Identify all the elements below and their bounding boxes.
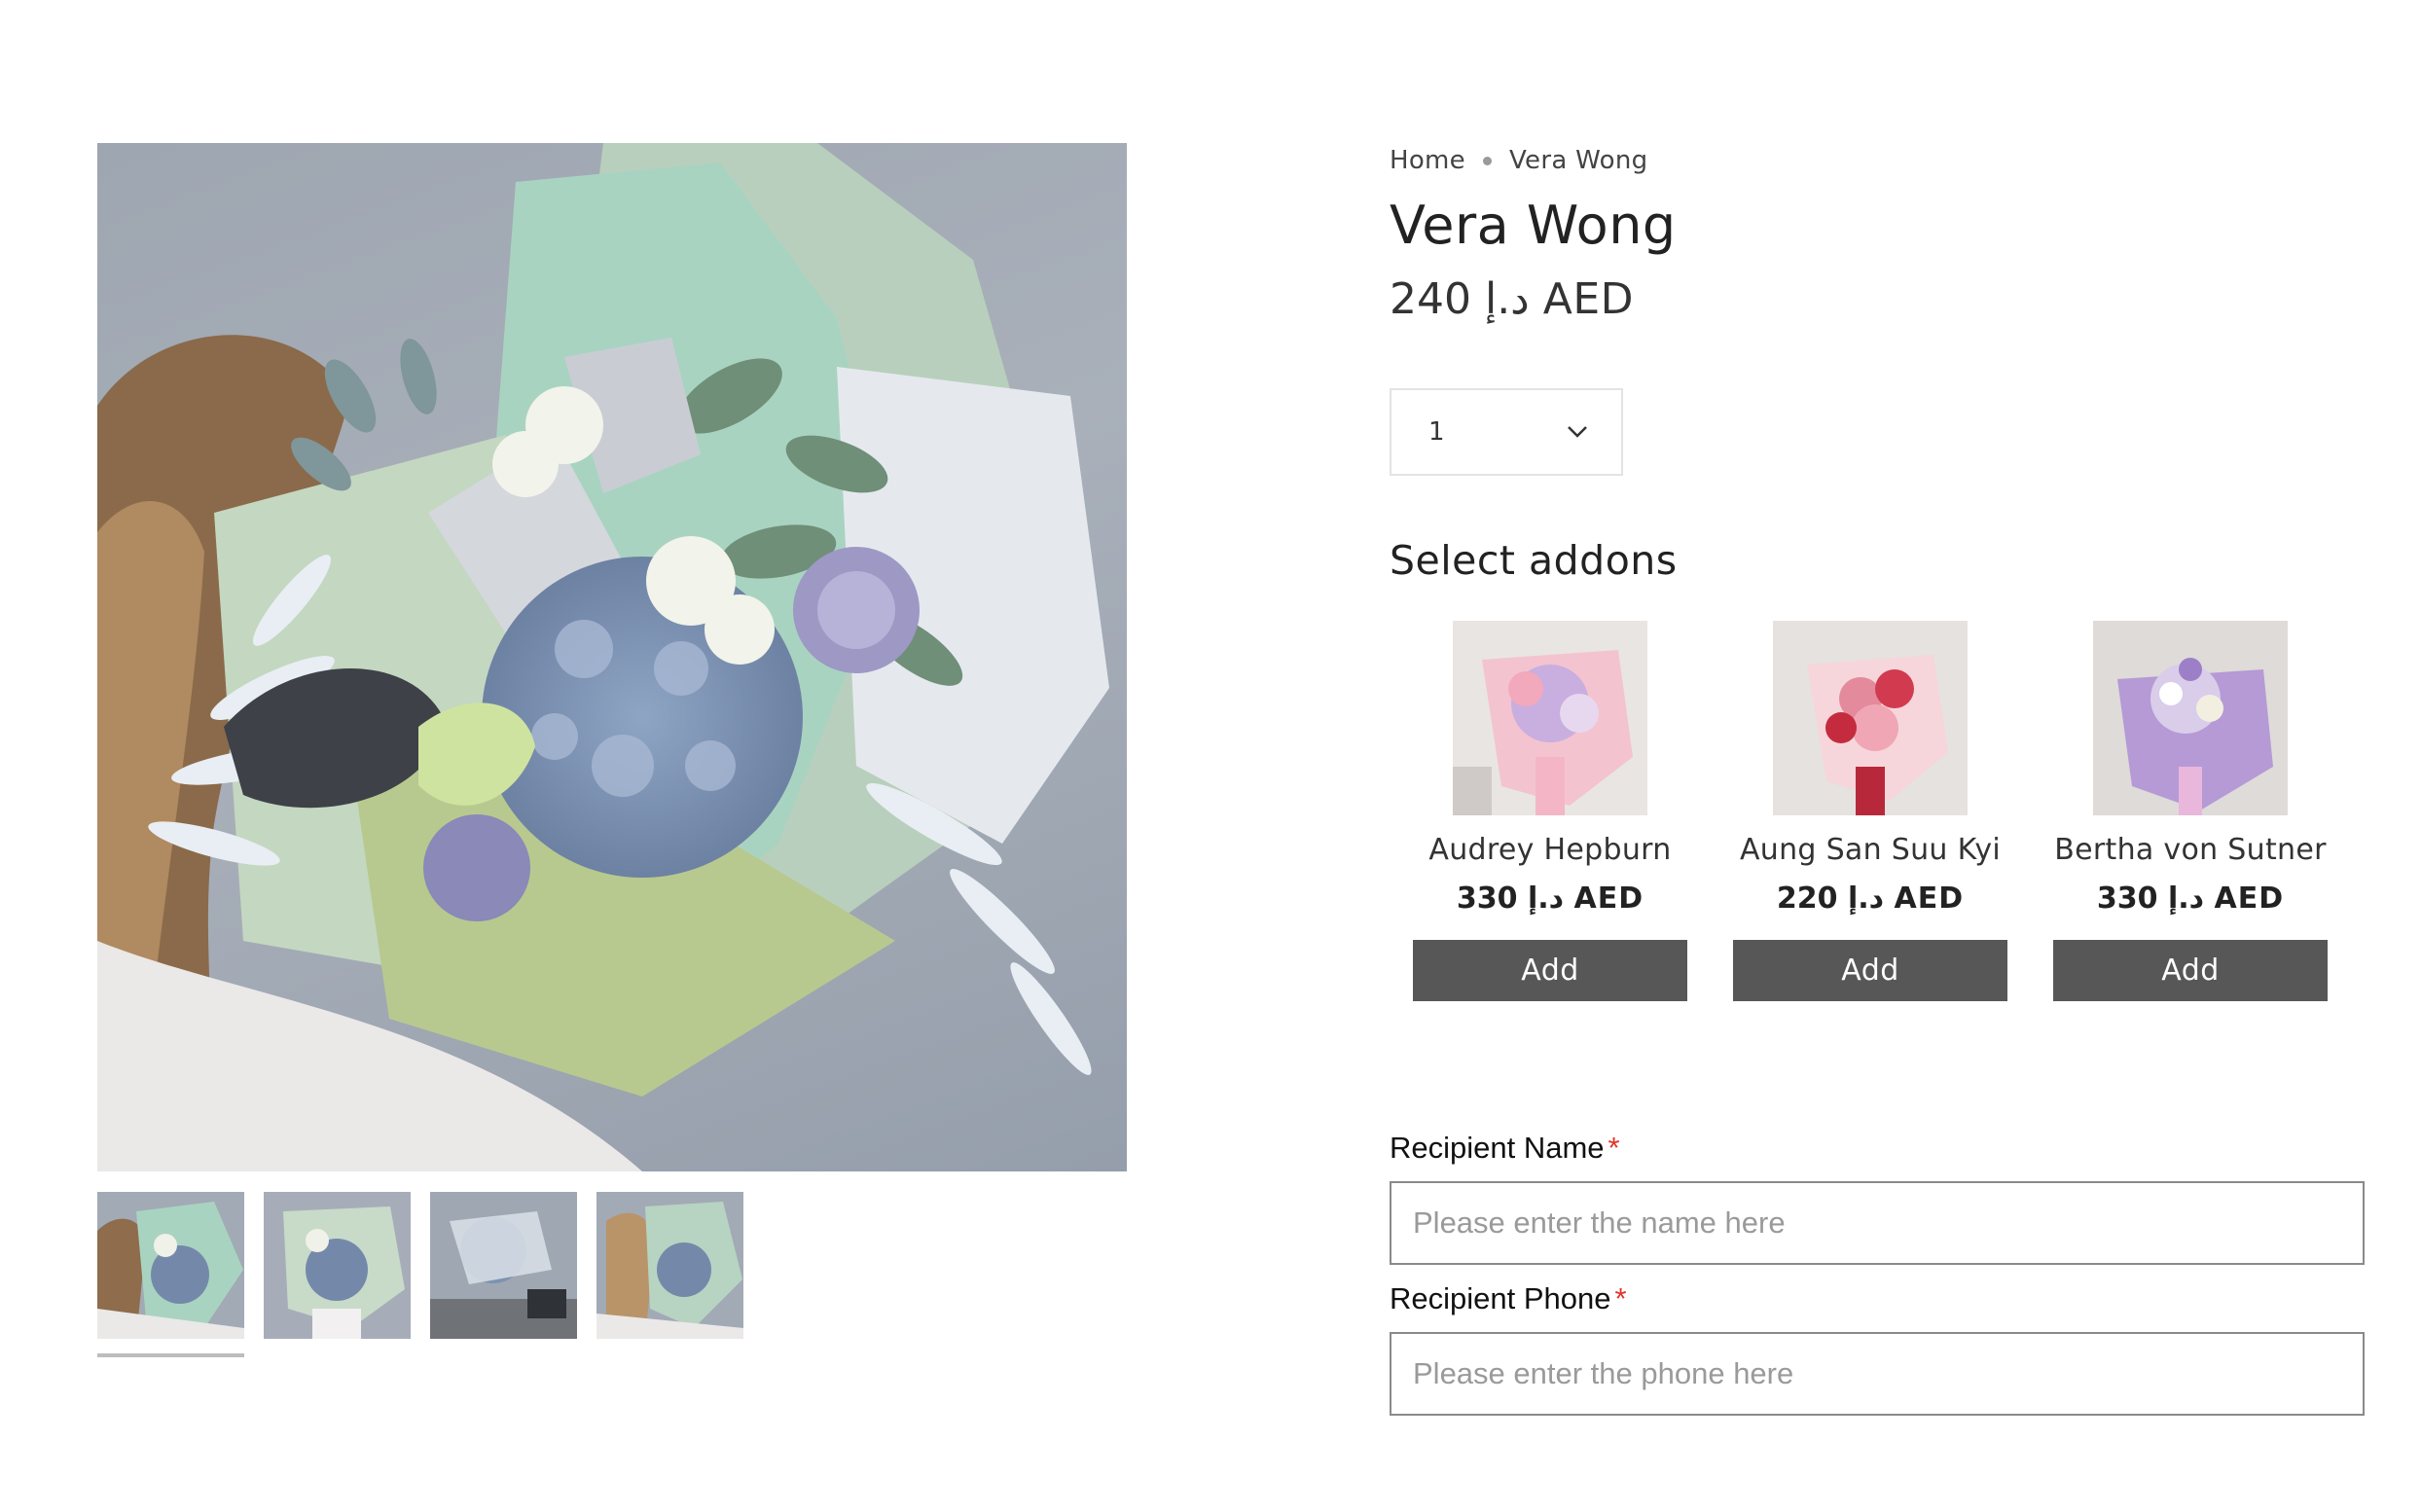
thumbnail-image	[596, 1192, 743, 1339]
thumbnail-3[interactable]	[430, 1192, 577, 1339]
required-asterisk: *	[1608, 1131, 1620, 1165]
addon-card: Aung San Suu Kyi 220 د.إ AED Add	[1733, 621, 2007, 1001]
addon-bouquet-image	[1773, 621, 1968, 815]
breadcrumb-separator-icon	[1482, 156, 1492, 165]
recipient-name-input[interactable]	[1390, 1181, 2365, 1265]
chevron-down-icon	[1568, 426, 1587, 438]
active-thumbnail-indicator	[97, 1353, 244, 1357]
addon-card: Bertha von Sutner 330 د.إ AED Add	[2053, 621, 2328, 1001]
addons-title: Select addons	[1390, 537, 1678, 584]
thumbnail-2[interactable]	[264, 1192, 411, 1339]
addon-image[interactable]	[1453, 621, 1647, 815]
product-price: 240 د.إ AED	[1390, 274, 1635, 324]
thumbnail-4[interactable]	[596, 1192, 743, 1339]
thumbnail-image	[264, 1192, 411, 1339]
add-addon-button[interactable]: Add	[1413, 940, 1687, 1001]
bouquet-image	[97, 143, 1109, 1171]
breadcrumb-home-link[interactable]: Home	[1390, 146, 1465, 175]
product-title: Vera Wong	[1390, 195, 1677, 256]
quantity-value: 1	[1428, 417, 1445, 447]
recipient-phone-label-text: Recipient Phone	[1390, 1281, 1611, 1315]
addon-image[interactable]	[1773, 621, 1968, 815]
thumbnail-image	[430, 1192, 577, 1339]
thumbnail-1[interactable]	[97, 1192, 244, 1339]
addon-name: Aung San Suu Kyi	[1739, 833, 2002, 867]
recipient-name-label-text: Recipient Name	[1390, 1131, 1605, 1165]
product-info: Home Vera Wong Vera Wong 240 د.إ AED 1 S…	[1390, 136, 2367, 1416]
addon-price: 220 د.إ AED	[1776, 882, 1965, 916]
add-addon-button[interactable]: Add	[2053, 940, 2328, 1001]
addon-name: Audrey Hepburn	[1428, 833, 1672, 867]
breadcrumb: Home Vera Wong	[1390, 136, 2367, 185]
addon-bouquet-image	[2093, 621, 2288, 815]
addon-image[interactable]	[2093, 621, 2288, 815]
addon-price: 330 د.إ AED	[2096, 882, 2285, 916]
required-asterisk: *	[1614, 1281, 1627, 1315]
addon-name: Bertha von Sutner	[2054, 833, 2327, 867]
product-main-image[interactable]	[97, 143, 1127, 1171]
addon-bouquet-image	[1453, 621, 1647, 815]
quantity-select[interactable]: 1	[1390, 388, 1623, 476]
addon-card: Audrey Hepburn 330 د.إ AED Add	[1413, 621, 1687, 1001]
recipient-phone-label: Recipient Phone *	[1390, 1281, 1627, 1316]
add-addon-button[interactable]: Add	[1733, 940, 2007, 1001]
thumbnail-image	[97, 1192, 244, 1339]
recipient-phone-input[interactable]	[1390, 1332, 2365, 1416]
addon-price: 330 د.إ AED	[1456, 882, 1644, 916]
recipient-name-label: Recipient Name *	[1390, 1131, 1620, 1166]
breadcrumb-current[interactable]: Vera Wong	[1509, 146, 1647, 175]
